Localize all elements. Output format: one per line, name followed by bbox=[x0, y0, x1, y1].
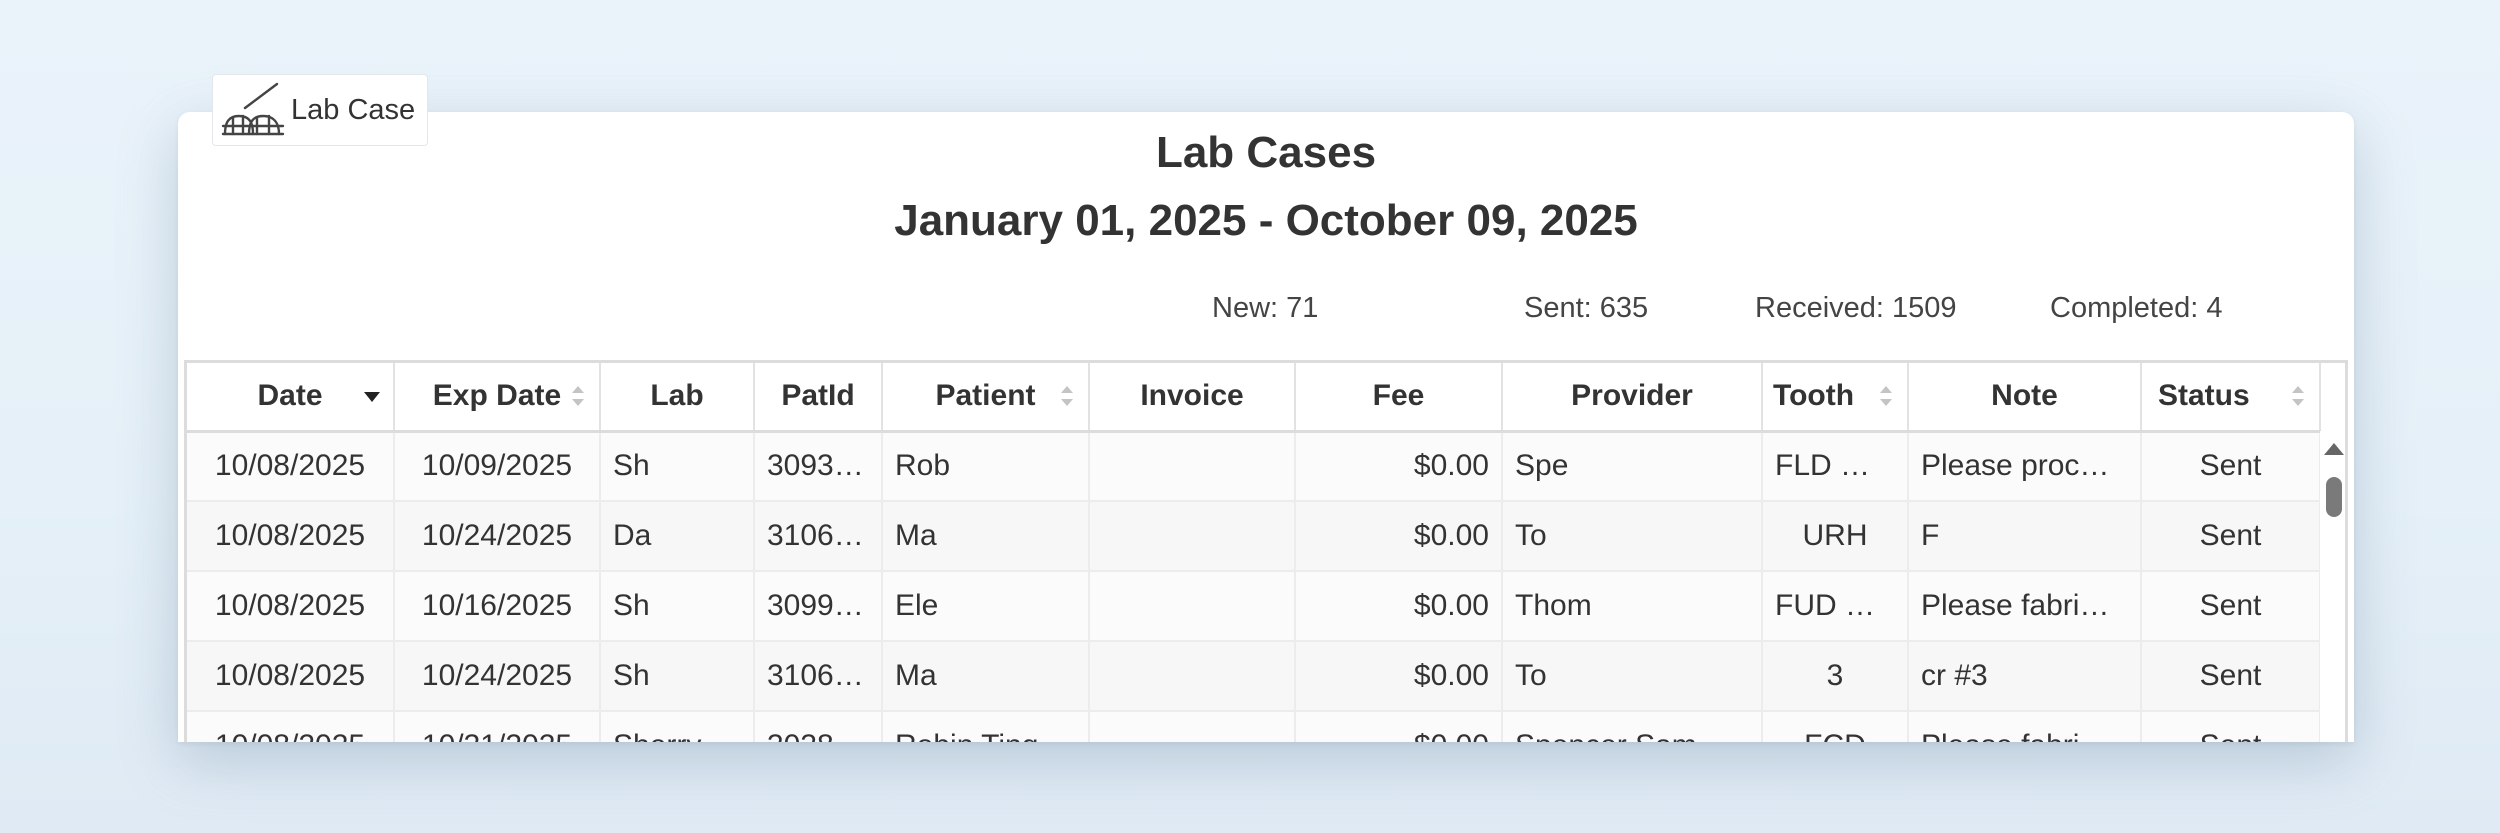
stat-completed: Completed: 4 bbox=[2050, 292, 2223, 324]
cell-exp-date: 10/09/2025 bbox=[394, 431, 601, 502]
cell-tooth: FLD … bbox=[1762, 431, 1909, 502]
cell-patient: Ma bbox=[882, 501, 1090, 572]
column-header-provider[interactable]: Provider bbox=[1502, 363, 1763, 433]
column-header-tooth[interactable]: Tooth bbox=[1762, 363, 1909, 433]
cell-status: Sent bbox=[2141, 571, 2321, 642]
cell-lab: Sh bbox=[600, 641, 755, 712]
cell-exp-date: 10/16/2025 bbox=[394, 571, 601, 642]
column-header-fee[interactable]: Fee bbox=[1295, 363, 1503, 433]
cell-note: cr #3 bbox=[1908, 641, 2142, 712]
cell-provider: Spencer Sam bbox=[1502, 711, 1763, 742]
lab-cases-grid: Date Exp Date Lab PatId Patient Invoice … bbox=[184, 360, 2348, 742]
cell-invoice bbox=[1089, 711, 1296, 742]
cell-provider: To bbox=[1502, 501, 1763, 572]
cell-patid: 3099… bbox=[754, 571, 883, 642]
cell-note: F bbox=[1908, 501, 2142, 572]
cell-fee: $0.00 bbox=[1295, 641, 1503, 712]
cell-status: Sent bbox=[2141, 711, 2321, 742]
cell-lab: Da bbox=[600, 501, 755, 572]
column-header-invoice[interactable]: Invoice bbox=[1089, 363, 1296, 433]
report-title: Lab Cases bbox=[1155, 128, 1377, 177]
sort-icon bbox=[2292, 386, 2304, 407]
table-row[interactable]: 10/08/2025 10/09/2025 Sh 3093… Rob $0.00… bbox=[187, 431, 2321, 502]
cell-status: Sent bbox=[2141, 501, 2321, 572]
stat-new: New: 71 bbox=[1212, 292, 1319, 324]
cell-tooth: FUD … bbox=[1762, 571, 1909, 642]
dental-teeth-icon bbox=[221, 82, 285, 136]
column-header-patid[interactable]: PatId bbox=[754, 363, 883, 433]
lab-cases-table: Date Exp Date Lab PatId Patient Invoice … bbox=[187, 363, 2321, 742]
cell-patid: 3038… bbox=[754, 711, 883, 742]
cell-exp-date: 10/24/2025 bbox=[394, 501, 601, 572]
sort-icon bbox=[1880, 386, 1892, 407]
cell-provider: Thom bbox=[1502, 571, 1763, 642]
table-row[interactable]: 10/08/2025 10/24/2025 Da 3106… Ma $0.00 … bbox=[187, 501, 2321, 572]
cell-tooth: URH bbox=[1762, 501, 1909, 572]
cell-lab: Sh bbox=[600, 431, 755, 502]
cell-exp-date: 10/24/2025 bbox=[394, 641, 601, 712]
cell-patient: Rob bbox=[882, 431, 1090, 502]
cell-lab: Sherry bbox=[600, 711, 755, 742]
sort-icon bbox=[572, 386, 584, 407]
column-header-patient[interactable]: Patient bbox=[882, 363, 1090, 433]
cell-date: 10/08/2025 bbox=[187, 641, 395, 712]
cell-fee: $0.00 bbox=[1295, 431, 1503, 502]
column-header-note[interactable]: Note bbox=[1908, 363, 2142, 433]
cell-patient: Robin Ting bbox=[882, 711, 1090, 742]
table-row[interactable]: 10/08/2025 10/16/2025 Sh 3099… Ele $0.00… bbox=[187, 571, 2321, 642]
column-header-lab[interactable]: Lab bbox=[600, 363, 755, 433]
cell-fee: $0.00 bbox=[1295, 571, 1503, 642]
cell-patient: Ele bbox=[882, 571, 1090, 642]
scrollbar-thumb[interactable] bbox=[2326, 477, 2342, 517]
cell-invoice bbox=[1089, 431, 1296, 502]
lab-case-tab-label: Lab Case bbox=[291, 93, 416, 126]
stat-sent: Sent: 635 bbox=[1524, 292, 1649, 324]
vertical-scrollbar[interactable] bbox=[2320, 431, 2345, 742]
report-date-range: January 01, 2025 - October 09, 2025 bbox=[894, 196, 1638, 245]
cell-status: Sent bbox=[2141, 641, 2321, 712]
table-header-row: Date Exp Date Lab PatId Patient Invoice … bbox=[187, 363, 2321, 433]
table-row[interactable]: 10/08/2025 10/24/2025 Sh 3106… Ma $0.00 … bbox=[187, 641, 2321, 712]
cell-invoice bbox=[1089, 501, 1296, 572]
cell-patid: 3106… bbox=[754, 501, 883, 572]
cell-note: Please proc… bbox=[1908, 431, 2142, 502]
cell-status: Sent bbox=[2141, 431, 2321, 502]
cell-provider: Spe bbox=[1502, 431, 1763, 502]
cell-provider: To bbox=[1502, 641, 1763, 712]
cell-invoice bbox=[1089, 571, 1296, 642]
column-header-date[interactable]: Date bbox=[187, 363, 395, 433]
cell-date: 10/08/2025 bbox=[187, 711, 395, 742]
cell-invoice bbox=[1089, 641, 1296, 712]
lab-case-tab[interactable]: Lab Case bbox=[212, 74, 428, 146]
cell-tooth: 3 bbox=[1762, 641, 1909, 712]
scroll-up-arrow-icon[interactable] bbox=[2324, 443, 2344, 455]
cell-tooth: FCD bbox=[1762, 711, 1909, 742]
cell-exp-date: 10/31/2025 bbox=[394, 711, 601, 742]
sort-icon bbox=[1061, 386, 1073, 407]
cell-fee: $0.00 bbox=[1295, 711, 1503, 742]
cell-date: 10/08/2025 bbox=[187, 501, 395, 572]
cell-note: Please fabri… bbox=[1908, 711, 2142, 742]
cell-date: 10/08/2025 bbox=[187, 431, 395, 502]
sort-descending-icon bbox=[364, 392, 380, 403]
cell-date: 10/08/2025 bbox=[187, 571, 395, 642]
cell-lab: Sh bbox=[600, 571, 755, 642]
cell-patient: Ma bbox=[882, 641, 1090, 712]
cell-patid: 3093… bbox=[754, 431, 883, 502]
stat-received: Received: 1509 bbox=[1755, 292, 1957, 324]
lab-cases-window: Lab Cases January 01, 2025 - October 09,… bbox=[178, 112, 2354, 742]
column-header-exp-date[interactable]: Exp Date bbox=[394, 363, 601, 433]
cell-fee: $0.00 bbox=[1295, 501, 1503, 572]
cell-note: Please fabri… bbox=[1908, 571, 2142, 642]
table-row[interactable]: 10/08/2025 10/31/2025 Sherry 3038… Robin… bbox=[187, 711, 2321, 742]
cell-patid: 3106… bbox=[754, 641, 883, 712]
column-header-status[interactable]: Status bbox=[2141, 363, 2321, 433]
